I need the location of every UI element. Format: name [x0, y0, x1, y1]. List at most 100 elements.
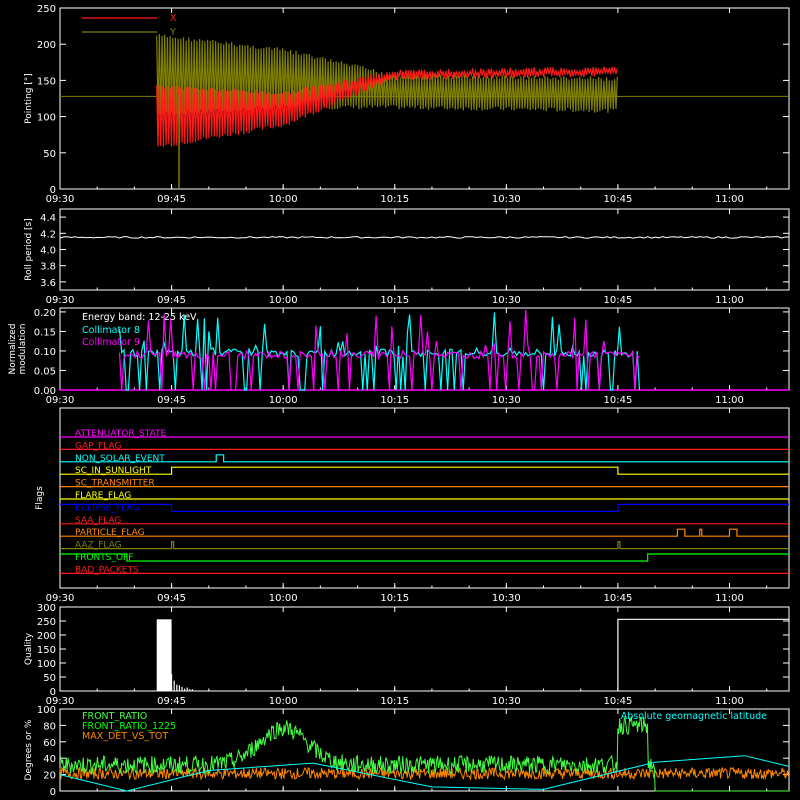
roll-xtick-label: 09:45	[157, 295, 186, 306]
ratios-legend-label: MAX_DET_VS_TOT	[82, 731, 168, 742]
modulation-annotation: Energy band: 12-25 keV	[82, 312, 197, 323]
pointing-xtick-label: 11:00	[715, 194, 744, 205]
modulation-legend-label: Collimator 8	[82, 325, 140, 336]
pointing-ylabel: Pointing [°]	[24, 73, 34, 124]
panel-quality: 050100150200250300Quality09:30 09:45 10:00…	[24, 603, 790, 707]
modulation-xtick-label: 10:00	[269, 395, 298, 406]
flag-label: BAD_PACKETS	[75, 565, 139, 575]
modulation-xtick-label: 10:45	[603, 395, 632, 406]
pointing-xtick-label: 09:30	[46, 194, 75, 205]
flag-label: SC_IN_SUNLIGHT	[75, 466, 152, 476]
flags-xtick-label: 10:30	[492, 593, 521, 604]
roll-series	[59, 236, 789, 239]
flags-xtick-label: 10:15	[380, 593, 409, 604]
roll-xtick-label: 09:30	[46, 295, 75, 306]
roll-xtick-label: 10:30	[492, 295, 521, 306]
quality-xtick-label: 11:00	[715, 696, 744, 707]
flag-label: FRONTS_OFF	[75, 553, 133, 563]
quality-step	[617, 618, 789, 691]
quality-bar	[156, 619, 172, 691]
flag-line-eclipse_flag	[60, 503, 789, 512]
modulation-legend-label: Collimator 9	[82, 337, 140, 348]
ratios-legend-label: Absolute geomagnetic latitude	[621, 711, 767, 722]
flag-label: GAP_FLAG	[75, 441, 121, 451]
pointing-xtick-label: 10:45	[603, 194, 632, 205]
ratios-ytick-label: 100	[37, 705, 56, 716]
pointing-ytick-label: 100	[37, 113, 56, 124]
flags-xtick-label: 10:45	[603, 593, 632, 604]
pointing-xtick-label: 10:00	[269, 194, 298, 205]
modulation-xtick-label: 09:45	[157, 395, 186, 406]
modulation-xtick-label: 11:00	[715, 395, 744, 406]
quality-xtick-label: 10:45	[603, 696, 632, 707]
quality-ytick-label: 200	[37, 631, 56, 642]
quality-xtick-label: 10:00	[269, 696, 298, 707]
modulation-xtick-label: 10:30	[492, 395, 521, 406]
panel-modulation: 0.000.050.100.150.20Normalized modulation…	[8, 307, 790, 406]
flag-line-particle_flag	[60, 528, 789, 537]
modulation-ylabel-1: Normalized	[8, 323, 18, 374]
quality-ytick-label: 300	[37, 603, 56, 614]
modulation-series-0	[118, 312, 641, 391]
flag-label: PARTICLE_FLAG	[75, 528, 145, 538]
ratios-ytick-label: 80	[43, 721, 56, 732]
roll-ytick-label: 4.4	[40, 213, 56, 224]
roll-ytick-label: 4.0	[40, 246, 56, 257]
pointing-ytick-label: 250	[37, 4, 56, 15]
quality-xtick-label: 10:15	[380, 696, 409, 707]
roll-ylabel: Roll period [s]	[24, 218, 34, 280]
modulation-ytick-label: 0.15	[34, 327, 56, 338]
modulation-ylabel-2: modulation	[18, 324, 28, 375]
ratios-ytick-label: 0	[50, 787, 56, 798]
quality-xtick-label: 09:45	[157, 696, 186, 707]
quality-ytick-label: 250	[37, 617, 56, 628]
roll-ytick-label: 3.6	[40, 278, 56, 289]
roll-frame	[59, 208, 790, 291]
ratios-ylabel: Degrees or %	[24, 719, 34, 780]
quality-xtick-label: 10:30	[492, 696, 521, 707]
pointing-ytick-label: 50	[43, 149, 56, 160]
flag-label: NON_SOLAR_EVENT	[75, 454, 165, 464]
pointing-ytick-label: 150	[37, 76, 56, 87]
flag-line-aaz_flag	[60, 541, 789, 550]
pointing-xtick-label: 10:15	[380, 194, 409, 205]
roll-ytick-label: 3.8	[40, 262, 56, 273]
roll-xtick-label: 10:45	[603, 295, 632, 306]
flags-xtick-label: 09:45	[157, 593, 186, 604]
flag-label: SAA_FLAG	[75, 516, 121, 526]
pointing-xtick-label: 09:45	[157, 194, 186, 205]
flags-xtick-label: 11:00	[715, 593, 744, 604]
panel-roll: 3.6 3.8 4.0 4.2 4.4 Roll period [s] 09:30 09:45…	[24, 208, 790, 306]
flag-label: ECLIPSE_FLAG	[75, 503, 139, 513]
modulation-xtick-label: 09:30	[46, 395, 75, 406]
flag-line-fronts_off	[60, 553, 789, 562]
roll-ytick-label: 4.2	[40, 229, 56, 240]
panel-pointing: 050100150200250Pointing [°]09:30 09:45 10:…	[24, 4, 790, 205]
pointing-legend-label: X	[170, 13, 177, 24]
panel-ratios: 020406080100Degrees or %FRONT_RATIOFRONT…	[24, 705, 790, 798]
pointing-xtick-label: 10:30	[492, 194, 521, 205]
modulation-xtick-label: 10:15	[380, 395, 409, 406]
flags-ylabel: Flags	[35, 486, 45, 510]
ratios-ytick-label: 40	[43, 754, 56, 765]
quality-ylabel: Quality	[24, 632, 34, 665]
flag-label: ATTENUATOR_STATE	[75, 429, 167, 439]
quality-ytick-label: 150	[37, 645, 56, 656]
roll-xtick-label: 10:00	[269, 295, 298, 306]
panel-flags: 09:30 09:45 10:00 10:15 10:30 10:45 11:00Flags…	[35, 407, 790, 604]
roll-xtick-label: 11:00	[715, 295, 744, 306]
modulation-ytick-label: 0.05	[34, 366, 56, 377]
rhessi-quicklook-figure: 0 50 100 150 200 250 Pointing [°] 09:30 09:45 10:…	[8, 4, 790, 798]
flag-line-non_solar_event	[60, 454, 789, 463]
modulation-ytick-label: 0.20	[34, 308, 56, 319]
ratios-ytick-label: 60	[43, 738, 56, 749]
quality-ytick-label: 100	[37, 659, 56, 670]
quality-ytick-label: 50	[43, 673, 56, 684]
flag-line-sc_in_sunlight	[60, 466, 789, 475]
ratios-series-max-det	[59, 766, 789, 781]
modulation-ytick-label: 0.10	[34, 347, 56, 358]
pointing-legend-label: Y	[169, 27, 176, 38]
ratios-ytick-label: 20	[43, 771, 56, 782]
flag-label: SC_TRANSMITTER	[75, 479, 155, 489]
flag-label: FLARE_FLAG	[75, 491, 131, 501]
